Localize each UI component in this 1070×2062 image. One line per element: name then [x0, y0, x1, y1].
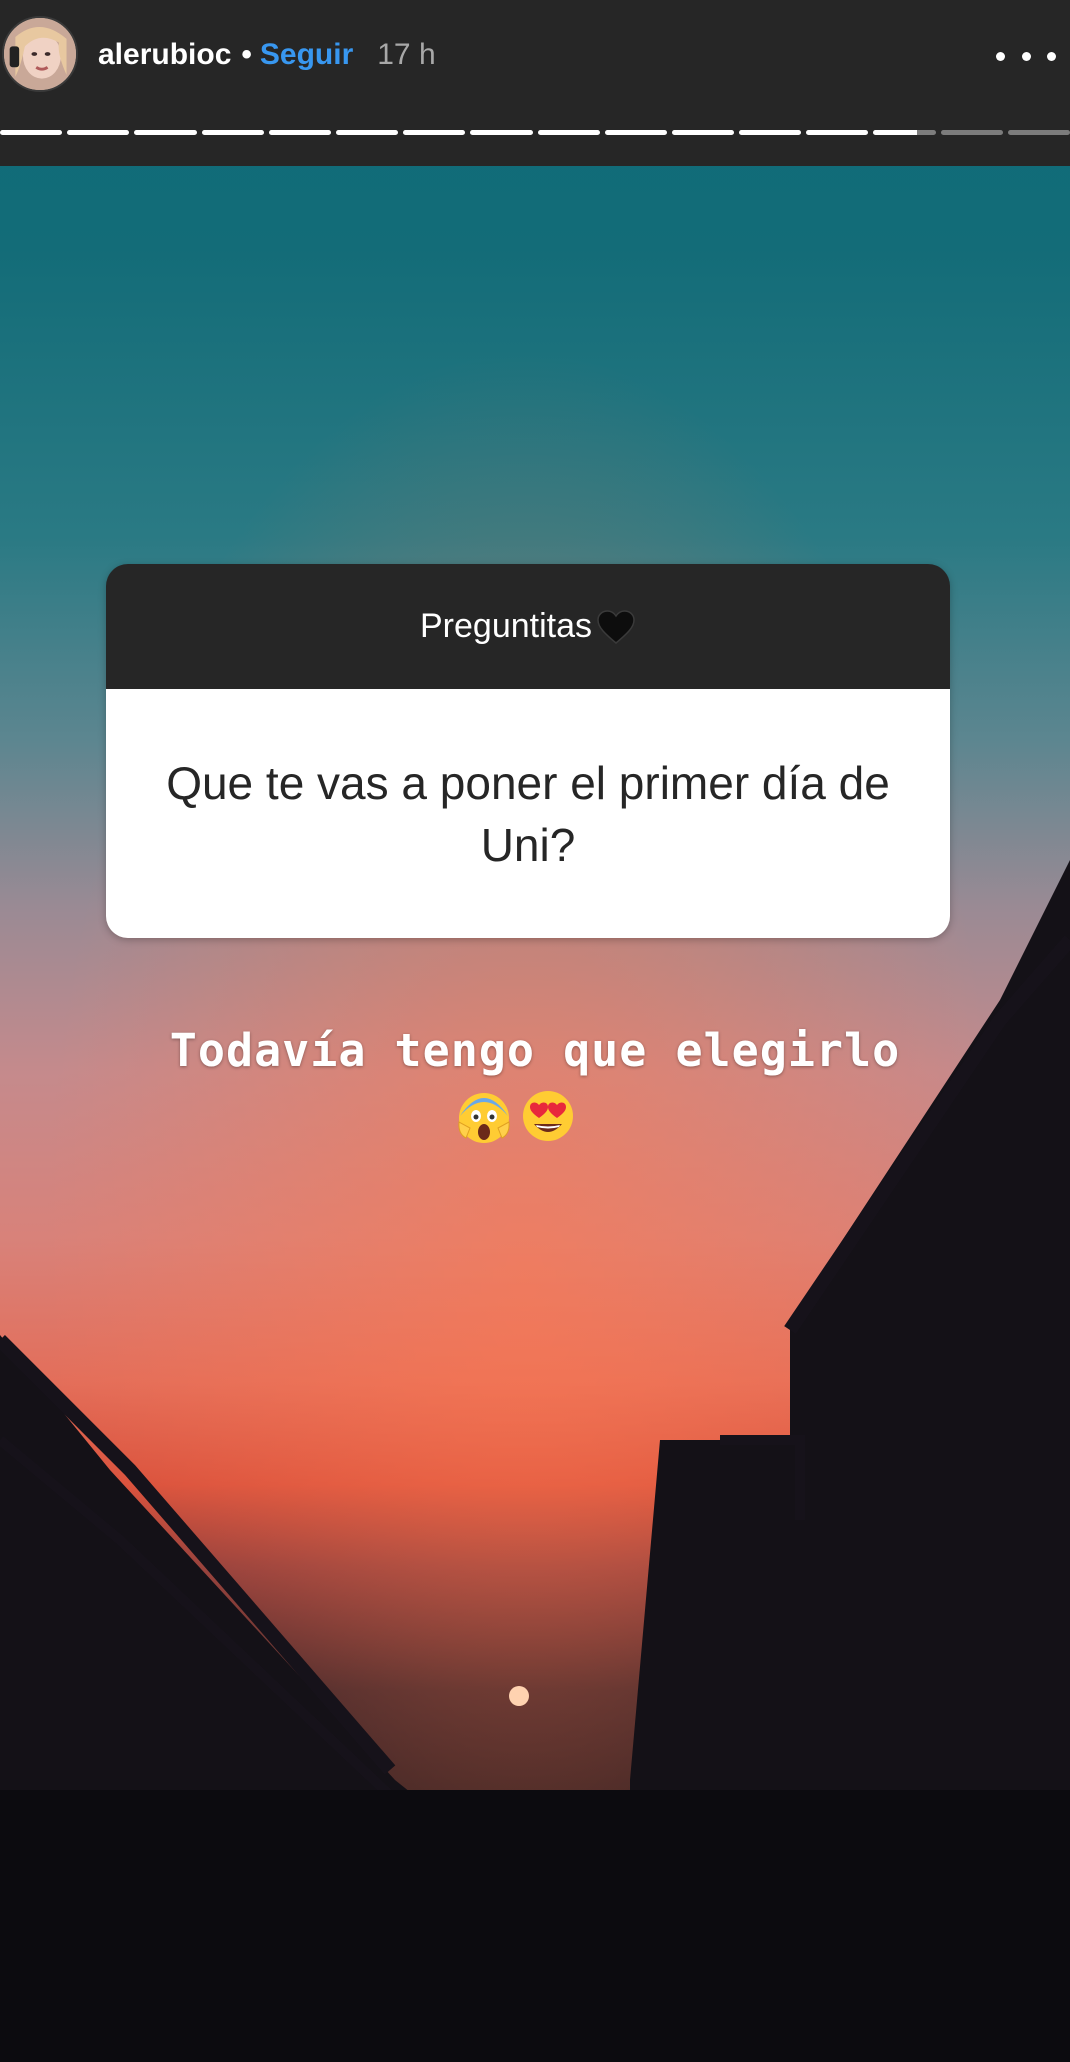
story-progress-bar — [0, 130, 1070, 136]
progress-segment — [134, 130, 197, 135]
more-dot — [1021, 51, 1031, 61]
question-sticker-header: Preguntitas — [106, 564, 950, 689]
progress-segment — [470, 130, 533, 135]
follow-button[interactable]: Seguir — [260, 38, 353, 72]
question-sticker-title: Preguntitas — [420, 607, 592, 645]
progress-segment — [268, 130, 331, 135]
progress-segment — [335, 130, 399, 135]
progress-segment — [806, 130, 869, 135]
separator-dot: • — [241, 38, 252, 71]
progress-segment — [940, 130, 1003, 135]
more-dot — [996, 51, 1005, 61]
progress-segment — [739, 130, 802, 135]
progress-segment — [873, 130, 936, 135]
profile-photo-icon — [4, 18, 76, 90]
progress-segment — [1007, 130, 1070, 135]
screaming-face-icon — [458, 1093, 510, 1143]
black-heart-icon — [597, 609, 635, 644]
avatar[interactable] — [2, 16, 78, 92]
progress-segment — [604, 130, 667, 135]
more-options-icon[interactable] — [996, 38, 1056, 74]
progress-segment — [537, 130, 600, 135]
post-time: 17 h — [377, 38, 436, 71]
answer-text: Todavía tengo que elegirlo — [169, 1024, 901, 1077]
progress-segment — [67, 130, 130, 135]
more-dot — [1047, 51, 1056, 61]
question-text: Que te vas a poner el primer día de Uni? — [106, 689, 950, 938]
story-viewer[interactable]: alerubioc • Seguir 17 h Preguntitas Que … — [0, 0, 1070, 2062]
story-header: alerubioc • Seguir 17 h — [0, 0, 1070, 166]
username-link[interactable]: alerubioc — [98, 38, 231, 72]
progress-segment — [671, 130, 735, 135]
progress-segment — [0, 130, 63, 135]
user-row: alerubioc • Seguir 17 h — [98, 30, 436, 80]
answer-emojis — [456, 1088, 586, 1148]
question-sticker: Preguntitas Que te vas a poner el primer… — [106, 564, 950, 938]
progress-segment — [403, 130, 466, 135]
heart-eyes-icon — [523, 1091, 573, 1141]
progress-segment — [201, 130, 264, 135]
